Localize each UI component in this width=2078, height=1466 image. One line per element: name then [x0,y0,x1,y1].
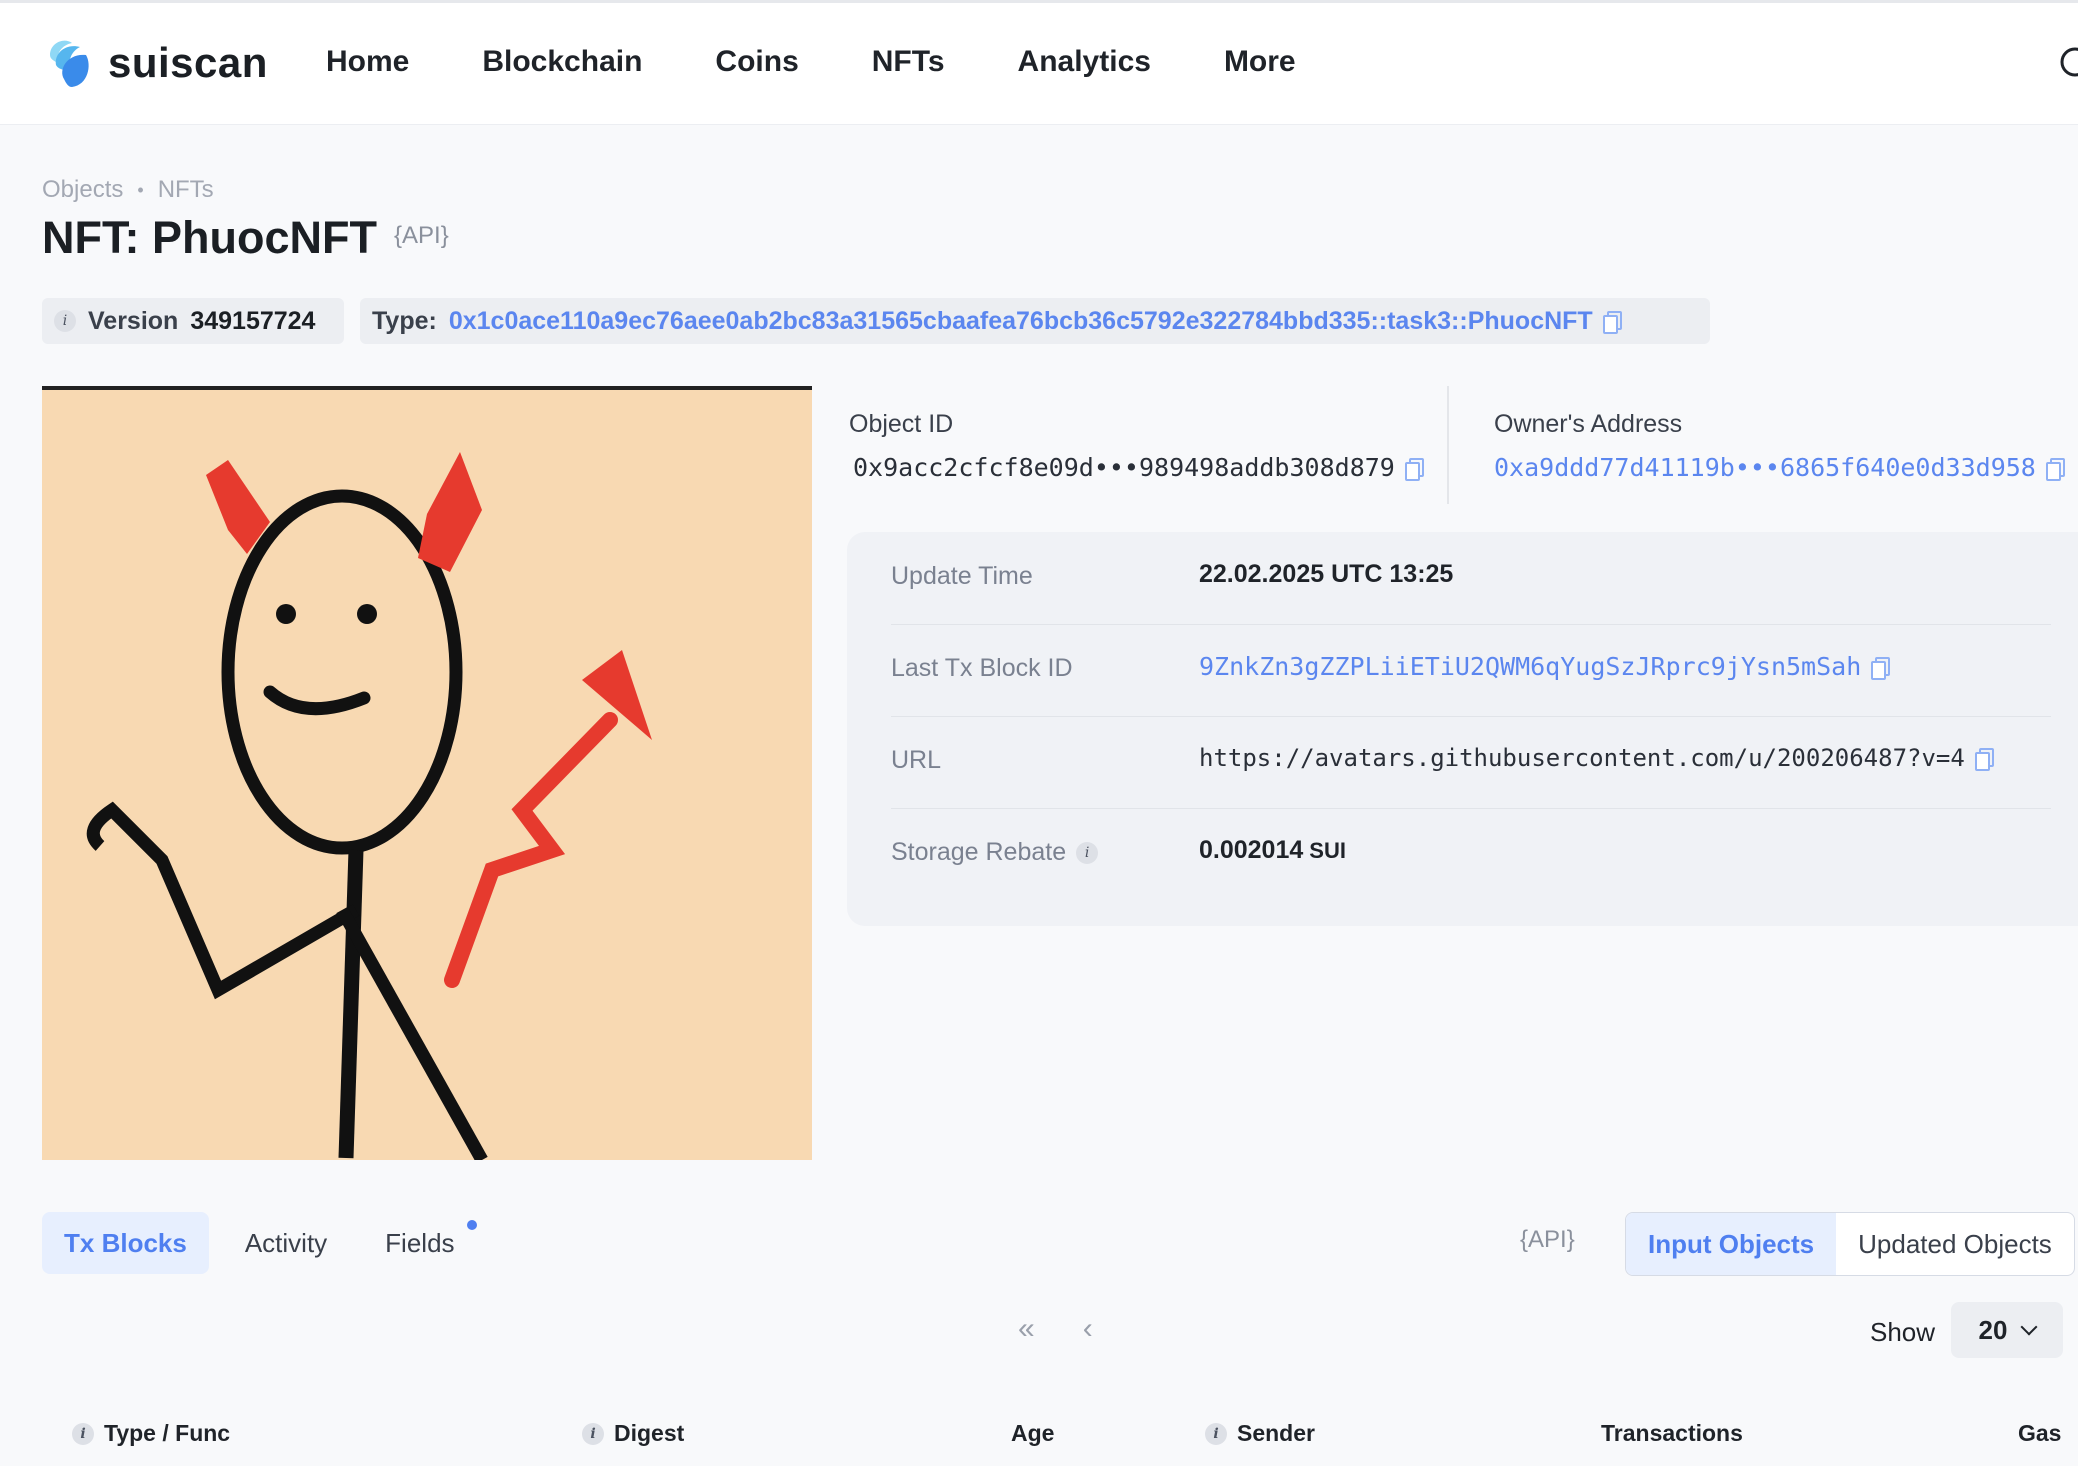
url-label: URL [891,746,942,774]
nft-devil-drawing [86,452,652,1160]
type-label: Type: [372,306,437,335]
last-tx-row: 9ZnkZn3gZZPLiiETiU2QWM6qYugSzJRprc9jYsn5… [1199,652,1891,681]
detail-row-storage-rebate: Storage Rebate i 0.002014 SUI [891,808,2051,900]
column-transactions-label: Transactions [1601,1420,1743,1446]
pagination: « ‹ [1018,1312,1141,1346]
column-type-func: i Type / Func [72,1420,230,1447]
storage-rebate-label: Storage Rebate [891,838,1067,866]
column-sender: i Sender [1205,1420,1315,1447]
page-size-value: 20 [1978,1314,2008,1345]
tab-tx-blocks[interactable]: Tx Blocks [42,1212,209,1274]
tab-activity[interactable]: Activity [223,1212,349,1274]
column-sender-label: Sender [1237,1420,1315,1446]
column-age: Age [1011,1420,1054,1447]
storage-rebate-unit: SUI [1309,837,1346,863]
logo[interactable]: suiscan [42,33,268,93]
object-id-row: 0x9acc2cfcf8e09d•••989498addb308d879 [853,453,1424,482]
first-page-icon[interactable]: « [1018,1312,1035,1346]
brand-name: suiscan [108,39,268,86]
column-transactions: Transactions [1601,1420,1743,1447]
nav-blockchain[interactable]: Blockchain [482,45,642,79]
api-link-2[interactable]: {API} [1520,1226,1575,1254]
url-row: https://avatars.githubusercontent.com/u/… [1199,744,1994,772]
storage-rebate-label-row: Storage Rebate i [891,838,1099,867]
copy-icon[interactable] [1871,656,1891,680]
tab-fields[interactable]: Fields [363,1212,477,1274]
nav-home[interactable]: Home [326,45,409,79]
notification-dot [466,1220,477,1230]
info-icon[interactable]: i [72,1422,94,1445]
header: suiscan Home Blockchain Coins NFTs Analy… [0,3,2078,125]
owner-address-row: 0xa9ddd77d41119b•••6865f640e0d33d958 [1494,453,2065,482]
main-nav: Home Blockchain Coins NFTs Analytics Mor… [326,45,1296,79]
last-tx-label: Last Tx Block ID [891,654,1073,682]
type-badge: Type: 0x1c0ace110a9ec76aee0ab2bc83a31565… [360,298,1710,344]
breadcrumb-nfts[interactable]: NFTs [158,176,214,204]
nav-coins[interactable]: Coins [715,45,798,79]
api-link[interactable]: {API} [394,222,449,250]
update-time-value: 22.02.2025 UTC 13:25 [1199,560,1454,588]
chevron-down-icon [2020,1318,2038,1336]
api-label-2: API [1528,1226,1567,1253]
storage-rebate-value: 0.002014 [1199,836,1304,864]
info-icon[interactable]: i [1205,1422,1227,1445]
object-id-value: 0x9acc2cfcf8e09d•••989498addb308d879 [853,453,1395,482]
update-time-label: Update Time [891,562,1033,590]
object-id-label: Object ID [849,410,954,438]
column-type-func-label: Type / Func [104,1420,231,1446]
breadcrumb-separator: • [137,179,144,200]
updated-objects-button[interactable]: Updated Objects [1836,1213,2074,1275]
column-gas: Gas [2018,1420,2061,1447]
detail-row-last-tx: Last Tx Block ID 9ZnkZn3gZZPLiiETiU2QWM6… [891,624,2051,717]
search-icon[interactable] [2058,45,2078,83]
detail-row-update-time: Update Time 22.02.2025 UTC 13:25 [891,532,2051,625]
last-tx-link[interactable]: 9ZnkZn3gZZPLiiETiU2QWM6qYugSzJRprc9jYsn5… [1199,652,1861,681]
detail-row-url: URL https://avatars.githubusercontent.co… [891,716,2051,809]
suiscan-logo-icon [50,40,89,87]
type-link[interactable]: 0x1c0ace110a9ec76aee0ab2bc83a31565cbaafe… [449,307,1593,336]
info-icon[interactable]: i [1076,841,1099,864]
page-size-select[interactable]: 20 [1951,1302,2063,1358]
nav-more[interactable]: More [1224,45,1296,79]
info-icon[interactable]: i [582,1422,604,1445]
column-age-label: Age [1011,1420,1055,1446]
owner-address-label: Owner's Address [1494,410,1683,438]
info-icon[interactable]: i [54,310,76,332]
column-digest: i Digest [582,1420,684,1447]
api-label: API [402,222,441,249]
nav-nfts[interactable]: NFTs [872,45,945,79]
details-panel: Update Time 22.02.2025 UTC 13:25 Last Tx… [847,532,2078,926]
owner-address-link[interactable]: 0xa9ddd77d41119b•••6865f640e0d33d958 [1494,453,2036,482]
objects-toggle: Input Objects Updated Objects [1625,1212,2075,1276]
nft-image [42,386,812,1160]
tabs: Tx Blocks Activity Fields [42,1212,491,1274]
divider [1447,386,1449,504]
version-badge: i Version 349157724 [42,298,344,344]
copy-icon[interactable] [1404,457,1424,481]
breadcrumb-objects[interactable]: Objects [42,176,123,204]
version-label: Version [88,306,179,335]
version-value: 349157724 [190,306,316,335]
nav-analytics[interactable]: Analytics [1018,45,1151,79]
copy-icon[interactable] [1974,748,1994,771]
column-digest-label: Digest [614,1420,685,1446]
copy-icon[interactable] [1602,311,1622,334]
show-label: Show [1870,1317,1936,1347]
breadcrumb: Objects • NFTs [42,176,214,204]
copy-icon[interactable] [2045,457,2065,481]
page-title: NFT: PhuocNFT [42,212,377,263]
prev-page-icon[interactable]: ‹ [1083,1312,1093,1346]
tab-fields-label: Fields [385,1228,455,1258]
url-value[interactable]: https://avatars.githubusercontent.com/u/… [1199,744,1965,772]
input-objects-button[interactable]: Input Objects [1626,1213,1837,1275]
storage-rebate-value-row: 0.002014 SUI [1199,836,1346,865]
column-gas-label: Gas [2018,1420,2062,1446]
